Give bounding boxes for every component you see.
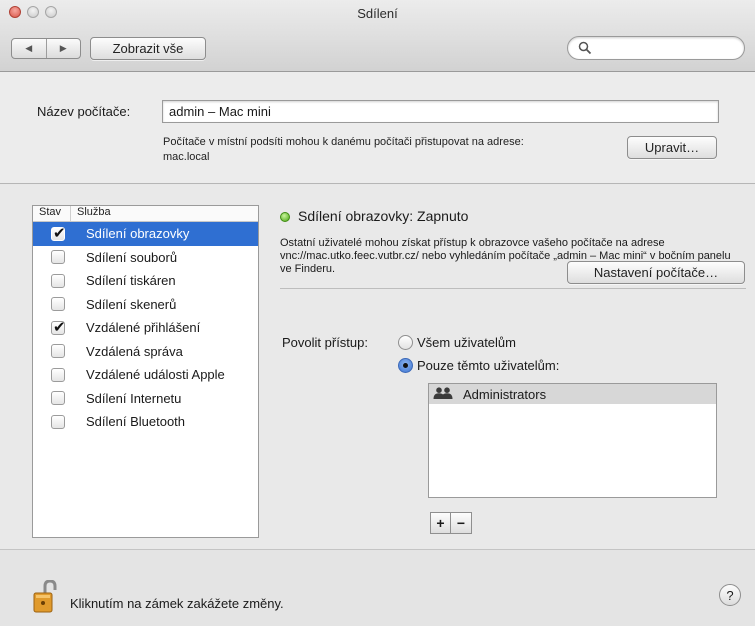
allowed-users-list: Administrators: [428, 383, 717, 498]
service-checkbox-cell: [33, 367, 83, 382]
service-row[interactable]: Sdílení obrazovky: [33, 222, 258, 246]
service-row[interactable]: Sdílení skenerů: [33, 293, 258, 317]
window-title: Sdílení: [357, 6, 398, 21]
radio-all-users[interactable]: [398, 335, 413, 350]
service-checkbox-cell: [33, 414, 83, 429]
window-toolbar: Sdílení ◀ ▶ Zobrazit vše: [0, 0, 755, 72]
service-checkbox[interactable]: [51, 273, 65, 288]
service-list-header: Stav Služba: [33, 206, 258, 222]
service-list: Stav Služba Sdílení obrazovky Sdílení sou…: [32, 205, 259, 538]
service-row[interactable]: Vzdálená správa: [33, 340, 258, 364]
service-checkbox[interactable]: [51, 344, 65, 359]
address-value: mac.local: [163, 151, 210, 163]
allow-access-label: Povolit přístup:: [282, 335, 368, 350]
service-label: Sdílení obrazovky: [86, 226, 190, 242]
address-info: Počítače v místní podsíti mohou k danému…: [163, 135, 623, 165]
show-all-button[interactable]: Zobrazit vše: [90, 37, 206, 60]
radio-only-users[interactable]: [398, 358, 413, 373]
service-label: Sdílení tiskáren: [86, 273, 176, 289]
service-row[interactable]: Sdílení tiskáren: [33, 269, 258, 293]
divider: [280, 288, 746, 289]
status-indicator-icon: [280, 212, 290, 222]
computer-name-field[interactable]: admin – Mac mini: [162, 100, 719, 123]
service-checkbox-cell: [33, 250, 83, 265]
service-row[interactable]: Vzdálené přihlášení: [33, 316, 258, 340]
header-service[interactable]: Služba: [71, 206, 111, 221]
add-user-button[interactable]: +: [430, 512, 451, 534]
service-checkbox-cell: [33, 318, 83, 336]
search-icon: [578, 41, 592, 58]
service-checkbox-cell: [33, 273, 83, 288]
computer-settings-button[interactable]: Nastavení počítače…: [567, 261, 745, 284]
lock-text: Kliknutím na zámek zakážete změny.: [70, 596, 284, 611]
service-checkbox[interactable]: [51, 367, 65, 382]
sharing-main-section: Stav Služba Sdílení obrazovky Sdílení sou…: [0, 185, 755, 549]
edit-address-button[interactable]: Upravit…: [627, 136, 717, 159]
navigation-buttons: ◀ ▶: [11, 38, 81, 59]
search-input[interactable]: [567, 36, 745, 60]
header-status[interactable]: Stav: [33, 206, 71, 221]
radio-only-users-label[interactable]: Pouze těmto uživatelům:: [417, 358, 559, 373]
service-checkbox[interactable]: [51, 414, 65, 429]
computer-name-label: Název počítače:: [37, 104, 131, 119]
service-row[interactable]: Sdílení souborů: [33, 246, 258, 270]
service-checkbox-cell: [33, 297, 83, 312]
address-description: Počítače v místní podsíti mohou k danému…: [163, 136, 524, 148]
service-row[interactable]: Sdílení Internetu: [33, 387, 258, 411]
service-label: Sdílení Internetu: [86, 390, 182, 406]
radio-all-users-label[interactable]: Všem uživatelům: [417, 335, 516, 350]
service-label: Sdílení Bluetooth: [86, 414, 186, 430]
service-checkbox-cell: [33, 344, 83, 359]
help-button[interactable]: ?: [719, 584, 741, 606]
back-button[interactable]: ◀: [12, 39, 46, 58]
service-checkbox[interactable]: [51, 318, 66, 336]
service-label: Sdílení souborů: [86, 249, 178, 265]
service-checkbox[interactable]: [51, 224, 66, 242]
service-status: Sdílení obrazovky: Zapnuto: [298, 208, 469, 224]
service-checkbox-cell: [33, 224, 83, 242]
lock-icon[interactable]: [33, 579, 59, 617]
computer-name-section: Název počítače: admin – Mac mini Počítač…: [0, 72, 755, 184]
forward-button[interactable]: ▶: [45, 39, 81, 58]
service-row[interactable]: Vzdálené události Apple: [33, 363, 258, 387]
service-label: Sdílení skenerů: [86, 296, 177, 312]
service-checkbox[interactable]: [51, 391, 65, 406]
list-item[interactable]: Administrators: [429, 384, 716, 404]
service-label: Vzdálené přihlášení: [86, 320, 201, 336]
user-name: Administrators: [463, 386, 547, 402]
service-label: Vzdálená správa: [86, 343, 183, 359]
service-label: Vzdálené události Apple: [86, 367, 225, 383]
footer: Kliknutím na zámek zakážete změny. ?: [0, 549, 755, 626]
service-checkbox-cell: [33, 391, 83, 406]
service-checkbox[interactable]: [51, 250, 65, 265]
service-checkbox[interactable]: [51, 297, 65, 312]
service-row[interactable]: Sdílení Bluetooth: [33, 410, 258, 434]
group-icon: [433, 386, 455, 402]
remove-user-button[interactable]: −: [451, 512, 472, 534]
